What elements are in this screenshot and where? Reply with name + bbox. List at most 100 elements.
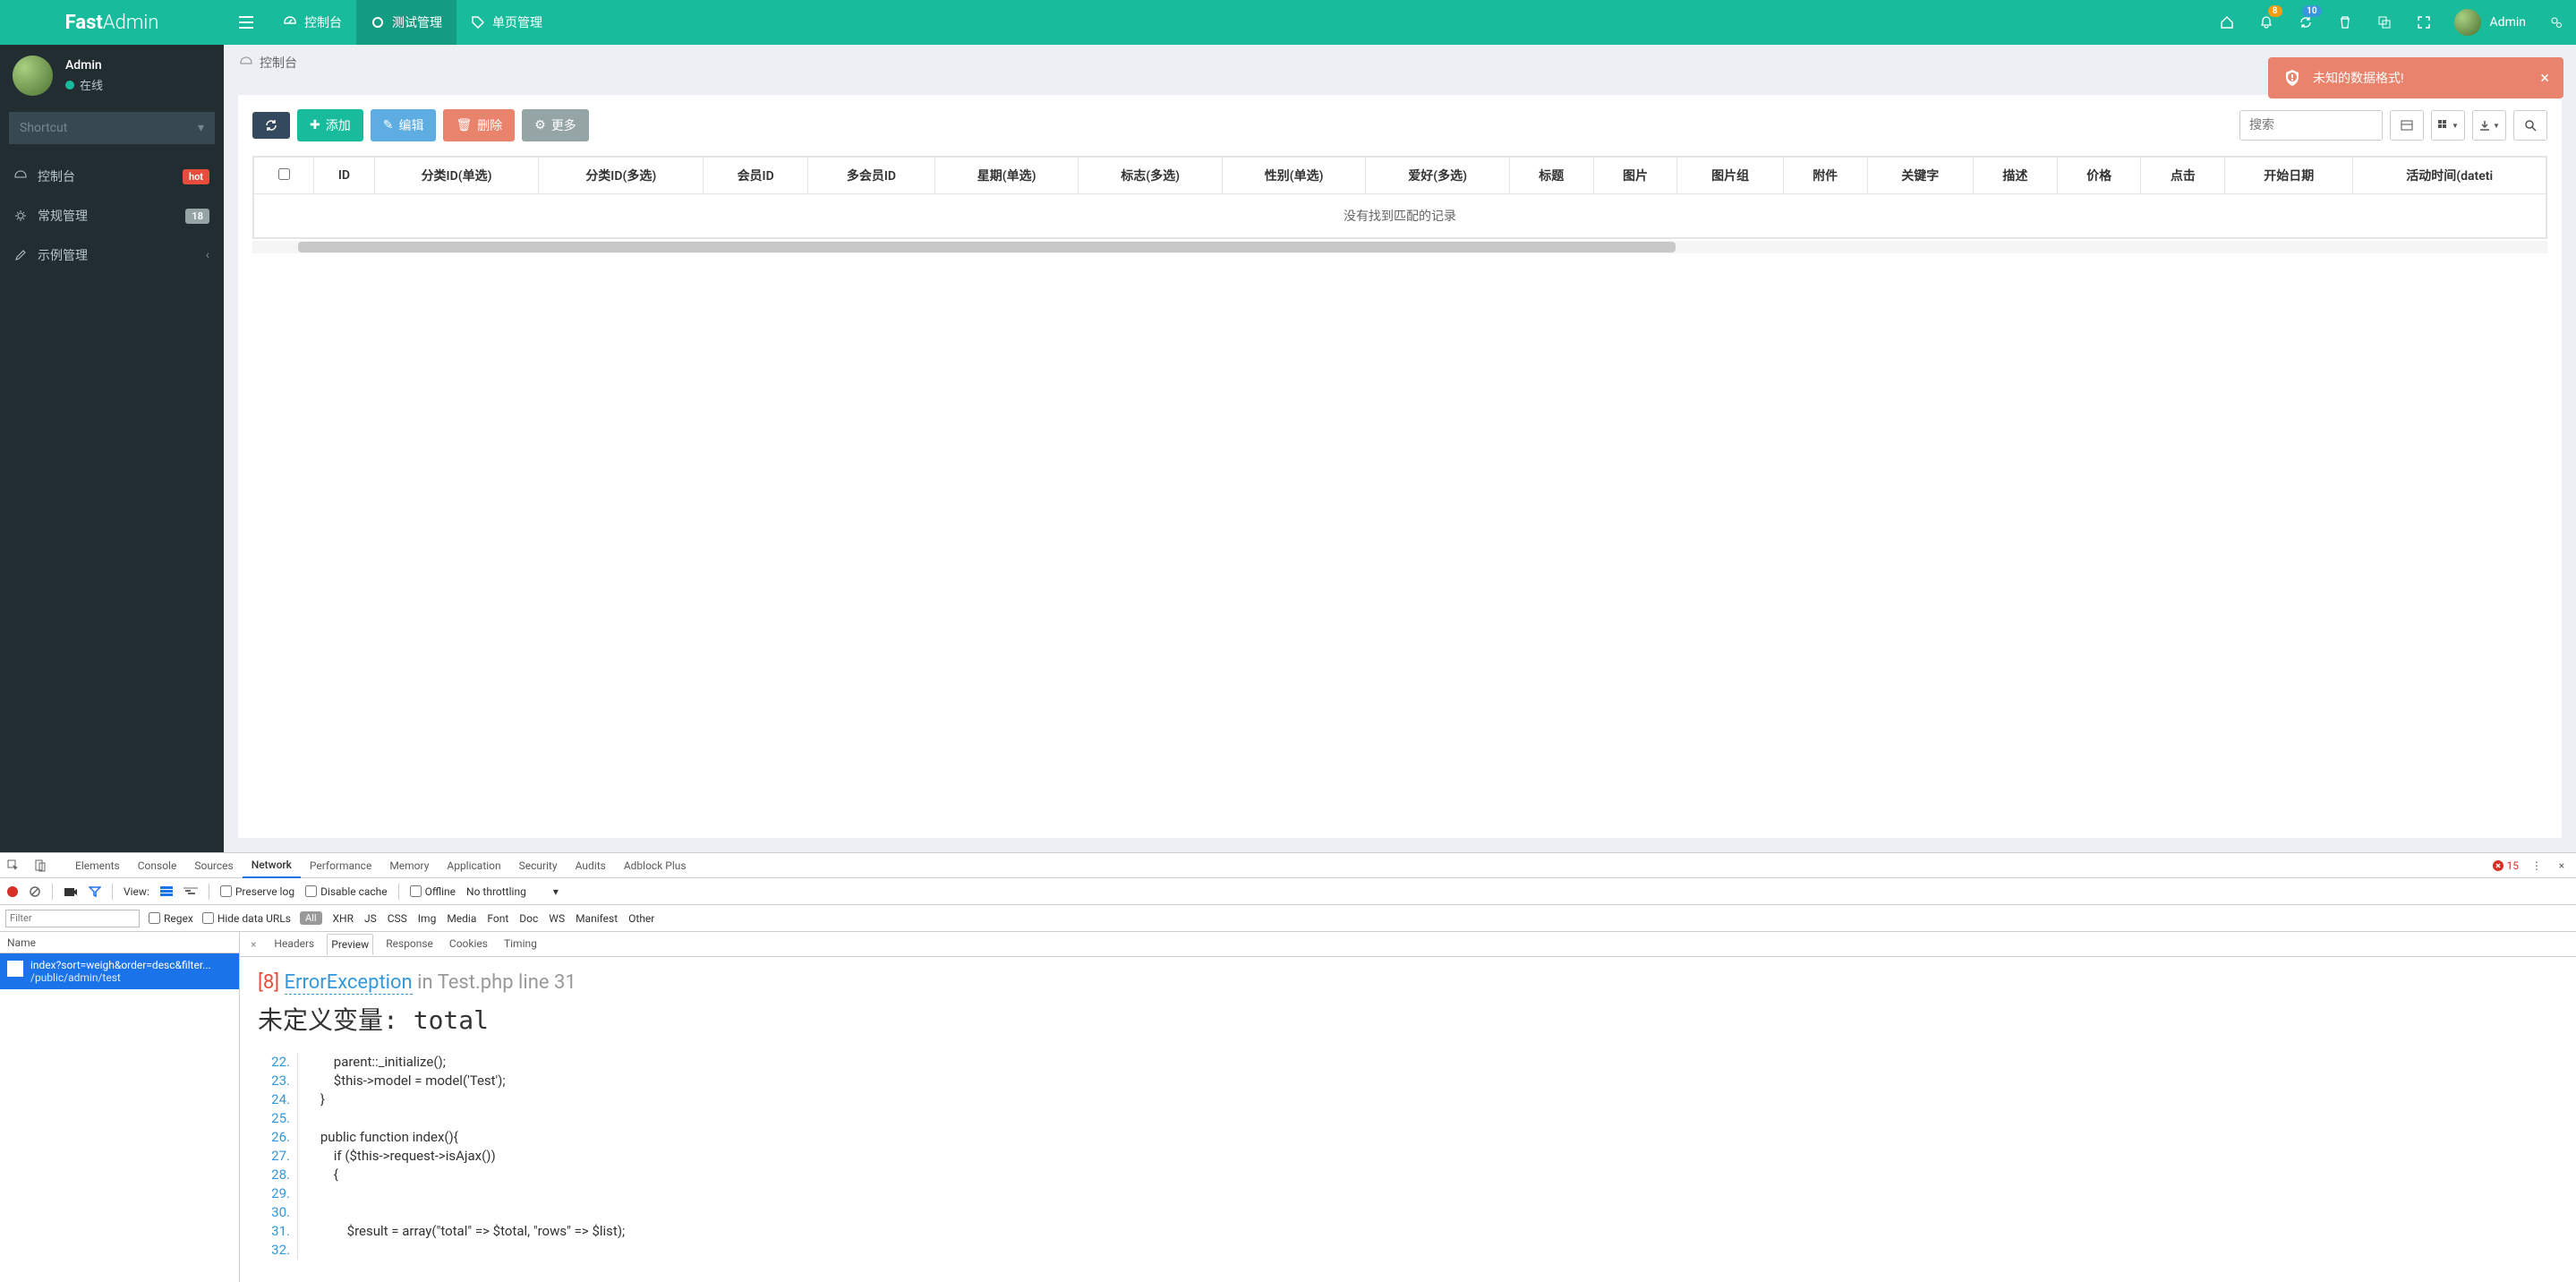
device-button[interactable] (27, 853, 54, 878)
status-dot-icon (65, 81, 74, 90)
throttling-select[interactable]: No throttling▾ (466, 885, 559, 898)
column-header[interactable]: 爱好(多选) (1366, 158, 1510, 194)
refresh-button[interactable] (252, 112, 290, 139)
overview-button[interactable] (183, 886, 198, 897)
inspect-button[interactable] (0, 853, 27, 878)
notifications-button[interactable]: 8 (2247, 0, 2286, 45)
filter-input[interactable] (5, 910, 140, 927)
request-item[interactable]: index?sort=weigh&order=desc&filter... /p… (0, 953, 239, 989)
clear-button[interactable] (29, 885, 41, 898)
type-filter-all[interactable]: All (300, 911, 322, 925)
settings-button[interactable] (2537, 0, 2576, 45)
column-header[interactable]: 图片组 (1677, 158, 1783, 194)
sync-button[interactable]: 10 (2286, 0, 2325, 45)
type-filter-js[interactable]: JS (364, 912, 377, 925)
type-filter-other[interactable]: Other (628, 912, 654, 925)
trash-button[interactable] (2325, 0, 2365, 45)
tab-test[interactable]: 测试管理 (356, 0, 456, 45)
disable-cache-checkbox[interactable]: Disable cache (305, 885, 388, 898)
column-header[interactable]: 关键字 (1867, 158, 1973, 194)
sidebar-item-example[interactable]: 示例管理 ‹ (0, 235, 224, 275)
detail-tab-cookies[interactable]: Cookies (446, 934, 491, 954)
column-header[interactable]: 性别(单选) (1222, 158, 1366, 194)
preserve-log-checkbox[interactable]: Preserve log (220, 885, 294, 898)
detail-tab-response[interactable]: Response (382, 934, 437, 954)
sidebar-item-dashboard[interactable]: 控制台 hot (0, 157, 224, 196)
column-header[interactable]: 附件 (1783, 158, 1867, 194)
type-filter-doc[interactable]: Doc (519, 912, 538, 925)
error-count[interactable]: 15 (2493, 859, 2520, 872)
devtools-tab-console[interactable]: Console (129, 853, 186, 878)
type-filter-img[interactable]: Img (418, 912, 437, 925)
type-filter-manifest[interactable]: Manifest (576, 912, 618, 925)
tab-page[interactable]: 单页管理 (456, 0, 557, 45)
select-all-checkbox[interactable] (278, 168, 290, 180)
filter-icon (89, 885, 101, 898)
column-header[interactable]: 标志(多选) (1079, 158, 1223, 194)
close-detail-button[interactable]: × (247, 938, 260, 951)
devtools-tab-network[interactable]: Network (243, 853, 301, 878)
devtools-tab-adblock-plus[interactable]: Adblock Plus (615, 853, 695, 878)
search-button[interactable] (2513, 110, 2547, 141)
column-header[interactable]: 图片 (1593, 158, 1677, 194)
edit-button[interactable]: ✎编辑 (371, 109, 437, 141)
devtools-tab-security[interactable]: Security (510, 853, 567, 878)
detail-tab-preview[interactable]: Preview (327, 934, 373, 955)
type-filter-media[interactable]: Media (447, 912, 476, 925)
column-header[interactable]: 描述 (1974, 158, 2058, 194)
large-rows-button[interactable] (160, 886, 173, 897)
h-scrollbar-thumb[interactable] (298, 242, 1675, 252)
columns-button[interactable]: ▼ (2431, 110, 2465, 141)
column-header[interactable]: 会员ID (704, 158, 808, 194)
hamburger-button[interactable] (224, 0, 269, 45)
devtools-tab-sources[interactable]: Sources (185, 853, 242, 878)
column-header[interactable]: ID (314, 158, 374, 194)
column-header[interactable]: 开始日期 (2225, 158, 2353, 194)
delete-button[interactable]: 🗑删除 (443, 109, 515, 141)
hide-urls-checkbox[interactable]: Hide data URLs (202, 912, 291, 925)
h-scrollbar[interactable] (252, 241, 2547, 253)
column-header[interactable]: 价格 (2057, 158, 2141, 194)
type-filter-css[interactable]: CSS (388, 912, 407, 925)
devtools-tab-memory[interactable]: Memory (380, 853, 438, 878)
devtools-tab-elements[interactable]: Elements (66, 853, 129, 878)
record-button[interactable] (7, 886, 18, 897)
column-header[interactable]: 星期(单选) (934, 158, 1079, 194)
user-menu[interactable]: Admin (2444, 9, 2537, 36)
filter-toggle[interactable] (89, 885, 101, 898)
devtools-tab-performance[interactable]: Performance (301, 853, 380, 878)
devtools-menu[interactable]: ⋮ (2529, 853, 2544, 878)
sidebar-user[interactable]: Admin 在线 (0, 45, 224, 107)
type-filter-ws[interactable]: WS (549, 912, 565, 925)
offline-checkbox[interactable]: Offline (410, 885, 456, 898)
regex-checkbox[interactable]: Regex (149, 912, 193, 925)
alert-close-button[interactable]: × (2540, 69, 2549, 88)
tab-dashboard[interactable]: 控制台 (269, 0, 356, 45)
type-filter-xhr[interactable]: XHR (333, 912, 354, 925)
detail-tab-timing[interactable]: Timing (500, 934, 541, 954)
devtools-tab-audits[interactable]: Audits (567, 853, 615, 878)
lang-button[interactable] (2365, 0, 2404, 45)
shortcut-select[interactable]: Shortcut ▾ (9, 112, 215, 144)
home-button[interactable] (2207, 0, 2247, 45)
column-header[interactable]: 分类ID(多选) (539, 158, 704, 194)
search-input[interactable] (2239, 110, 2383, 141)
detail-tab-headers[interactable]: Headers (270, 934, 318, 954)
add-button[interactable]: ✚添加 (297, 109, 363, 141)
more-button[interactable]: ⚙更多 (522, 109, 589, 141)
column-header[interactable]: 标题 (1509, 158, 1593, 194)
fullscreen-button[interactable] (2404, 0, 2444, 45)
capture-button[interactable] (64, 886, 78, 897)
column-header[interactable]: 分类ID(单选) (374, 158, 539, 194)
logo[interactable]: FastAdmin (0, 0, 224, 45)
devtools-tab-application[interactable]: Application (438, 853, 509, 878)
column-header[interactable]: 活动时间(dateti (2353, 158, 2546, 194)
export-button[interactable]: ▼ (2472, 110, 2506, 141)
column-header[interactable]: 多会员ID (808, 158, 935, 194)
sidebar-item-general[interactable]: 常规管理 18 (0, 196, 224, 235)
toggle-view-button[interactable] (2390, 110, 2424, 141)
type-filter-font[interactable]: Font (487, 912, 508, 925)
devtools-close[interactable]: × (2555, 853, 2569, 878)
name-column-header[interactable]: Name (0, 932, 239, 953)
column-header[interactable]: 点击 (2141, 158, 2225, 194)
